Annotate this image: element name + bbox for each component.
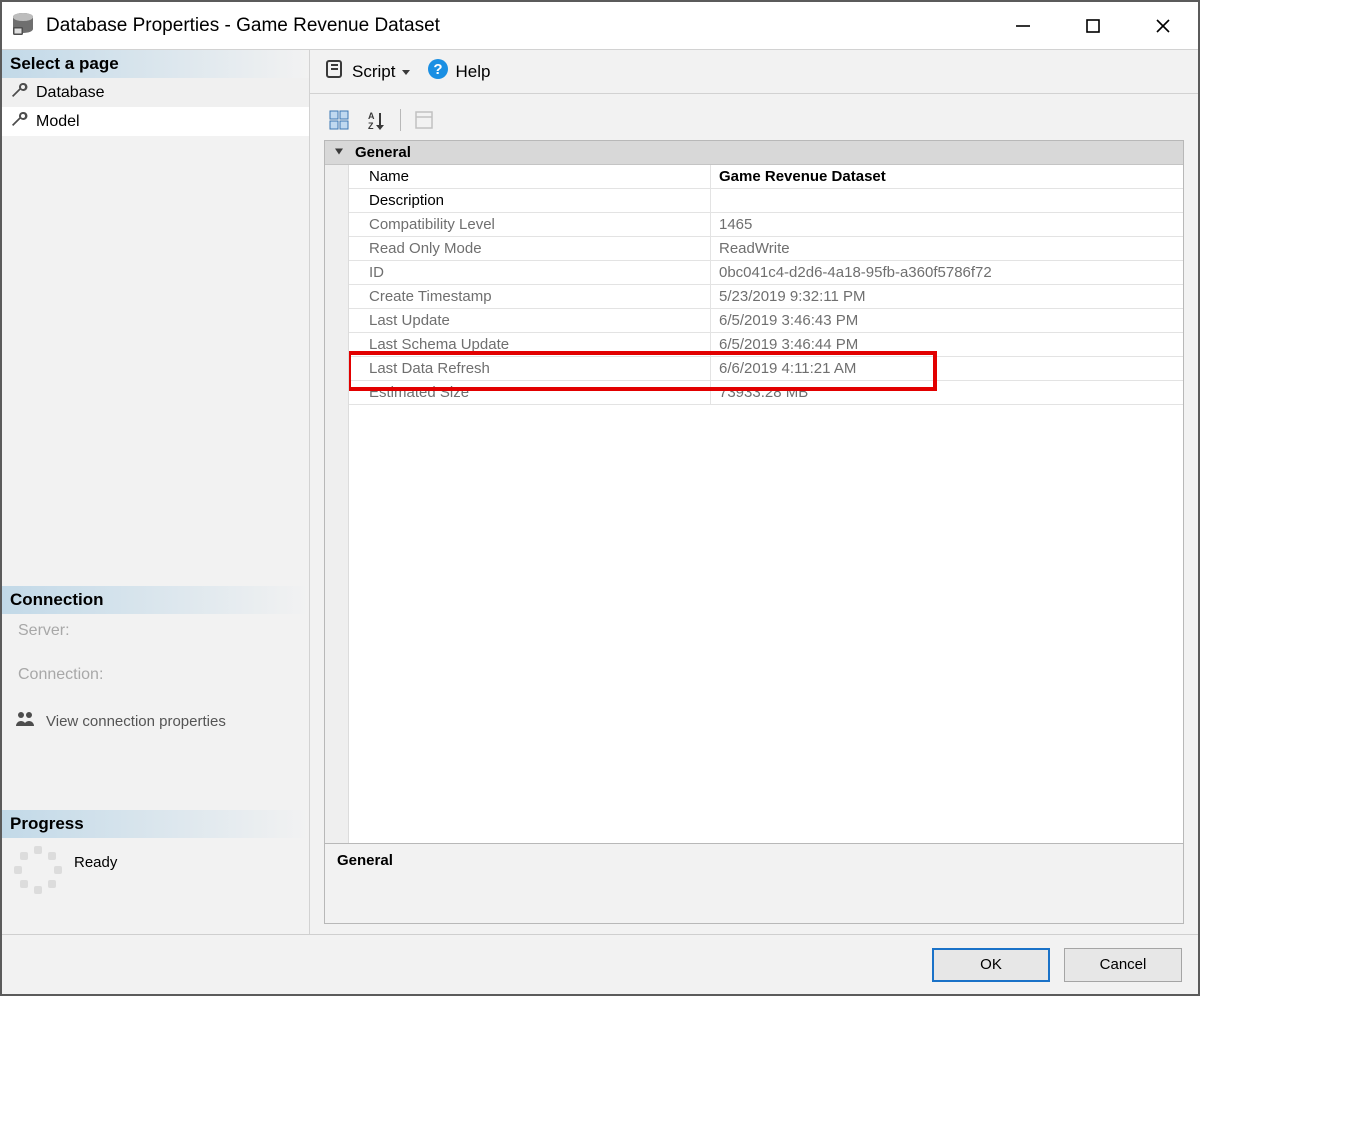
svg-text:A: A (368, 111, 375, 121)
chevron-down-icon (333, 144, 345, 161)
page-item-label: Model (36, 113, 80, 131)
property-row: Last Schema Update6/5/2019 3:46:44 PM (349, 333, 1183, 357)
property-label: Last Update (349, 309, 711, 332)
ok-button[interactable]: OK (932, 948, 1050, 982)
page-item-model[interactable]: Model (2, 107, 309, 136)
help-label: Help (455, 62, 490, 82)
property-value[interactable]: Game Revenue Dataset (711, 165, 1183, 188)
script-icon (324, 58, 346, 85)
ok-label: OK (980, 956, 1002, 973)
property-value: 5/23/2019 9:32:11 PM (711, 285, 1183, 308)
script-button[interactable]: Script (320, 58, 415, 85)
titlebar: Database Properties - Game Revenue Datas… (2, 2, 1198, 50)
property-rows: NameGame Revenue DatasetDescriptionCompa… (349, 165, 1183, 843)
property-row: Last Update6/5/2019 3:46:43 PM (349, 309, 1183, 333)
categorized-button[interactable] (324, 106, 354, 134)
select-page-header: Select a page (2, 50, 309, 78)
users-icon (14, 708, 36, 734)
property-label: ID (349, 261, 711, 284)
sidebar: Select a page Database Model Connection (2, 50, 310, 934)
dialog-footer: OK Cancel (2, 934, 1198, 994)
property-grid-toolbar: A Z (324, 106, 1184, 140)
property-row: Estimated Size73933.28 MB (349, 381, 1183, 405)
property-label: Create Timestamp (349, 285, 711, 308)
page-item-label: Database (36, 84, 105, 102)
help-button[interactable]: ? Help (423, 58, 494, 85)
property-label: Compatibility Level (349, 213, 711, 236)
window-controls (988, 2, 1198, 49)
category-header-general[interactable]: General (325, 141, 1183, 165)
property-row: Create Timestamp5/23/2019 9:32:11 PM (349, 285, 1183, 309)
minimize-button[interactable] (988, 2, 1058, 49)
property-value: 6/5/2019 3:46:44 PM (711, 333, 1183, 356)
dropdown-icon (401, 62, 411, 82)
property-value: 1465 (711, 213, 1183, 236)
window-title: Database Properties - Game Revenue Datas… (46, 15, 988, 37)
property-value[interactable] (711, 189, 1183, 212)
content-wrap: A Z (310, 94, 1198, 934)
main-toolbar: Script ? Help (310, 50, 1198, 94)
progress-status: Ready (74, 846, 117, 871)
dialog-window: Database Properties - Game Revenue Datas… (0, 0, 1200, 996)
script-label: Script (352, 62, 395, 82)
connection-header: Connection (2, 586, 309, 614)
page-item-database[interactable]: Database (2, 78, 309, 107)
property-value: 6/5/2019 3:46:43 PM (711, 309, 1183, 332)
grid-gutter (325, 165, 349, 843)
property-row: Read Only ModeReadWrite (349, 237, 1183, 261)
view-connection-properties-label: View connection properties (46, 713, 226, 730)
progress-block: Ready (2, 838, 309, 934)
maximize-button[interactable] (1058, 2, 1128, 49)
property-pages-button[interactable] (409, 106, 439, 134)
database-icon (10, 11, 36, 41)
description-pane: General (324, 844, 1184, 924)
property-row: Compatibility Level1465 (349, 213, 1183, 237)
property-label: Estimated Size (349, 381, 711, 404)
view-connection-properties-link[interactable]: View connection properties (2, 702, 309, 740)
property-value: 6/6/2019 4:11:21 AM (711, 357, 1183, 380)
cancel-button[interactable]: Cancel (1064, 948, 1182, 982)
category-label: General (355, 144, 411, 161)
help-icon: ? (427, 58, 449, 85)
svg-text:Z: Z (368, 121, 374, 131)
wrench-icon (10, 110, 28, 133)
close-button[interactable] (1128, 2, 1198, 49)
dialog-body: Select a page Database Model Connection (2, 50, 1198, 934)
property-row[interactable]: NameGame Revenue Dataset (349, 165, 1183, 189)
property-row[interactable]: Description (349, 189, 1183, 213)
property-value: ReadWrite (711, 237, 1183, 260)
progress-header: Progress (2, 810, 309, 838)
property-value: 73933.28 MB (711, 381, 1183, 404)
alphabetical-button[interactable]: A Z (362, 106, 392, 134)
progress-spinner-icon (14, 846, 62, 894)
property-label: Description (349, 189, 711, 212)
property-label: Last Data Refresh (349, 357, 711, 380)
property-row: ID0bc041c4-d2d6-4a18-95fb-a360f5786f72 (349, 261, 1183, 285)
main-panel: Script ? Help (310, 50, 1198, 934)
connection-conn-label: Connection: (2, 658, 309, 702)
property-label: Name (349, 165, 711, 188)
page-list: Database Model (2, 78, 309, 136)
property-value: 0bc041c4-d2d6-4a18-95fb-a360f5786f72 (711, 261, 1183, 284)
property-label: Read Only Mode (349, 237, 711, 260)
description-header: General (337, 852, 393, 869)
wrench-icon (10, 81, 28, 104)
property-row: Last Data Refresh6/6/2019 4:11:21 AM (349, 357, 1183, 381)
cancel-label: Cancel (1100, 956, 1147, 973)
connection-server-label: Server: (2, 614, 309, 658)
svg-text:?: ? (434, 61, 443, 78)
property-label: Last Schema Update (349, 333, 711, 356)
property-grid: General NameGame Revenue DatasetDescript… (324, 140, 1184, 844)
